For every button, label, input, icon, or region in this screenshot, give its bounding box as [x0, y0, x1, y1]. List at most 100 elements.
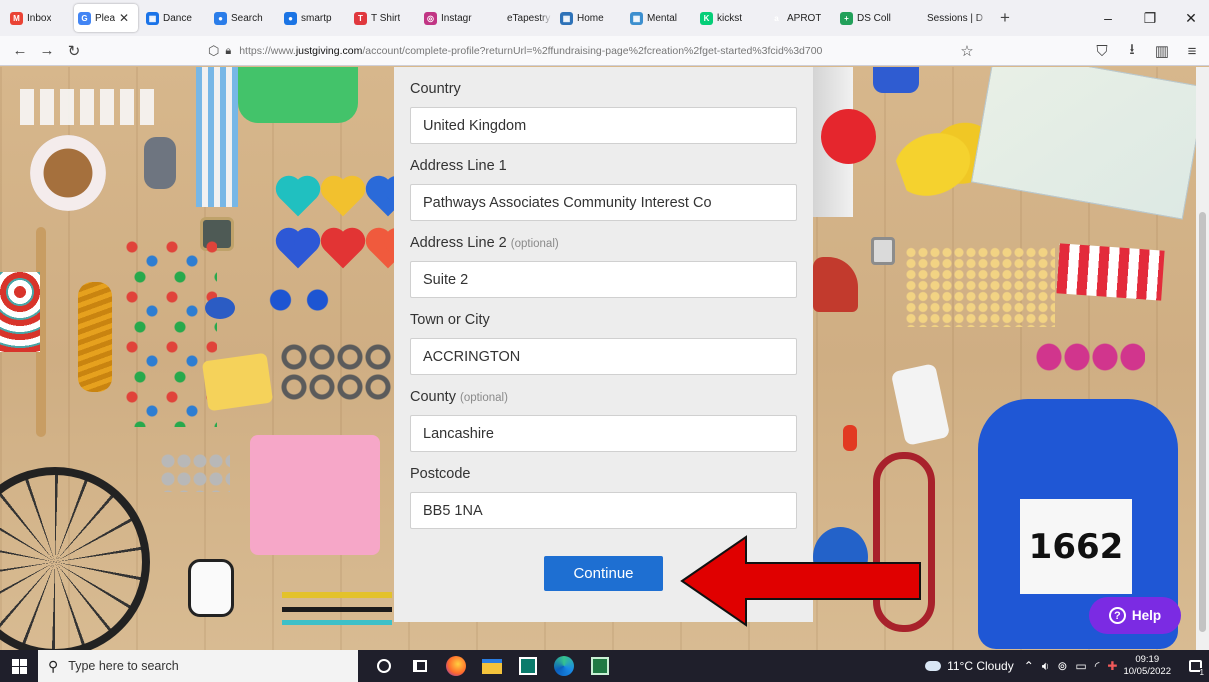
address-line-1-label-text: Address Line 1	[410, 158, 507, 174]
browser-tab-tshirt-site[interactable]: T T Shirt	[350, 4, 416, 32]
sessions-site-icon	[910, 11, 923, 25]
browser-tab-mental-site[interactable]: ▦ Mental	[626, 4, 692, 32]
windows-logo-icon	[11, 658, 27, 674]
clock-time: 09:19	[1135, 654, 1160, 665]
browser-tab-calendar[interactable]: ▦ Dance	[142, 4, 206, 32]
reload-button[interactable]: ↻	[63, 40, 85, 62]
weather-icon[interactable]	[925, 661, 942, 671]
battery-icon[interactable]: ▭	[1075, 659, 1086, 673]
clock[interactable]: 09:19 10/05/2022	[1123, 654, 1171, 678]
browser-tab-search-site[interactable]: ● Search	[210, 4, 276, 32]
edge-icon[interactable]	[546, 650, 582, 682]
heart-bowl-blue-2	[279, 231, 317, 269]
meet-now-icon[interactable]: ⊚	[1057, 659, 1067, 673]
tab-close-icon[interactable]: ✕	[119, 11, 129, 25]
trainer-shoe	[813, 257, 858, 312]
scrollbar-thumb[interactable]	[1199, 212, 1206, 632]
browser-tab-google[interactable]: G Plea ✕	[74, 4, 138, 32]
postcode-input[interactable]: BB5 1NA	[410, 492, 797, 529]
address-bar[interactable]: ⬡ 🔒︎ https://www. justgiving.com/account/…	[208, 40, 984, 62]
optional-hint: (optional)	[510, 238, 559, 250]
washers	[280, 342, 392, 402]
url-path: /account/complete-profile?returnUrl=%2ff…	[362, 45, 823, 57]
lock-icon[interactable]: 🔒︎	[225, 45, 231, 58]
home-site-icon: ▦	[560, 11, 573, 25]
browser-tab-etapestry[interactable]: eTapestry -	[486, 4, 552, 32]
notification-count: 1	[1199, 668, 1204, 677]
windows-start-button[interactable]	[0, 650, 38, 682]
county-input[interactable]: Lancashire	[410, 415, 797, 452]
page-scrollbar[interactable]	[1196, 67, 1209, 650]
country-input[interactable]: United Kingdom	[410, 107, 797, 144]
browser-tab-instagram[interactable]: ◎ Instagr	[420, 4, 482, 32]
white-sock	[890, 363, 951, 446]
browser-tab-home-site[interactable]: ▦ Home	[556, 4, 622, 32]
pencil-yellow	[282, 592, 392, 598]
app-tray-icon[interactable]: ✚	[1107, 659, 1117, 673]
sidebar-icon[interactable]: ▥	[1151, 40, 1173, 62]
country-label: Country	[410, 80, 797, 98]
wifi-icon[interactable]: ◜	[1095, 659, 1100, 673]
red-annotation-arrow-icon	[680, 535, 921, 627]
tab-label: smartp	[301, 12, 332, 24]
tab-label: DS Coll	[857, 12, 891, 24]
chevron-up-icon[interactable]: ⌃	[1024, 659, 1034, 673]
help-label: Help	[1131, 608, 1162, 623]
hair-rollers	[1035, 342, 1145, 372]
weather-text[interactable]: 11°C Cloudy	[947, 659, 1014, 673]
browser-tab-kickstarter[interactable]: Kkickst	[696, 4, 762, 32]
new-tab-button[interactable]: +	[994, 8, 1016, 28]
tab-label: Inbox	[27, 12, 52, 24]
file-explorer-icon[interactable]	[474, 650, 510, 682]
browser-tab-amazon[interactable]: a APROT	[766, 4, 832, 32]
pocket-icon[interactable]: ⛉	[1091, 40, 1113, 62]
instagram-icon: ◎	[424, 11, 437, 25]
windows-taskbar: ⚲ Type here to search 11°C Cloudy ⌃ 🔉︎ ⊚…	[0, 650, 1209, 682]
browser-tab-strip: M Inbox G Plea ✕ ▦ Dance ● Search ● smartp T T Shirt…	[0, 0, 1209, 36]
address-line-2-label-text: Address Line 2	[410, 235, 507, 251]
pink-shorts	[250, 435, 380, 555]
town-or-city-label: Town or City	[410, 311, 797, 329]
calendar-icon: ▦	[146, 11, 159, 25]
web-page: 1662 Country United Kingdom Address Line 1…	[0, 67, 1209, 650]
notifications-button[interactable]: 1	[1181, 650, 1209, 682]
browser-tab-smartphone-site[interactable]: ● smartp	[280, 4, 346, 32]
tracking-shield-icon[interactable]: ⬡	[208, 43, 219, 59]
forward-button[interactable]: →	[36, 40, 58, 62]
browser-tab-sessions-site[interactable]: Sessions | D	[906, 4, 988, 32]
county-label-text: County	[410, 389, 456, 405]
town-or-city-input[interactable]: ACCRINGTON	[410, 338, 797, 375]
address-line-1-label: Address Line 1	[410, 157, 797, 175]
volume-icon[interactable]: 🔉︎	[1042, 659, 1050, 674]
race-number: 1662	[1028, 526, 1124, 567]
url-host: justgiving.com	[295, 45, 363, 57]
download-icon[interactable]: ⭳	[1121, 40, 1143, 62]
taskbar-search[interactable]: ⚲ Type here to search	[38, 650, 358, 682]
help-button[interactable]: ? Help	[1089, 597, 1181, 634]
publisher-icon[interactable]	[510, 650, 546, 682]
restore-button[interactable]: ❐	[1133, 0, 1167, 36]
task-view-icon[interactable]	[402, 650, 438, 682]
address-line-1-input[interactable]: Pathways Associates Community Interest C…	[410, 184, 797, 221]
menu-icon[interactable]: ≡	[1181, 40, 1203, 62]
system-tray: 11°C Cloudy ⌃ 🔉︎ ⊚ ▭ ◜ ✚ 09:19 10/05/202…	[925, 650, 1209, 682]
postcode-label-text: Postcode	[410, 466, 471, 482]
window-close-button[interactable]: ✕	[1174, 0, 1208, 36]
cortana-icon[interactable]	[366, 650, 402, 682]
minimize-button[interactable]: –	[1091, 0, 1125, 36]
browser-toolbar: ← → ↻ ⬡ 🔒︎ https://www. justgiving.com/ac…	[0, 36, 1209, 66]
excel-icon[interactable]	[582, 650, 618, 682]
bookmark-star-icon[interactable]: ☆	[956, 40, 978, 62]
tab-label: Instagr	[441, 12, 472, 24]
address-line-2-input[interactable]: Suite 2	[410, 261, 797, 298]
medal-ribbon	[196, 67, 238, 207]
browser-tab-ds-site[interactable]: + DS Coll	[836, 4, 902, 32]
back-button[interactable]: ←	[9, 40, 31, 62]
tab-label: Home	[577, 12, 604, 24]
browser-tab-gmail[interactable]: M Inbox	[6, 4, 70, 32]
firefox-icon[interactable]	[438, 650, 474, 682]
patterned-mug	[0, 272, 40, 352]
continue-button[interactable]: Continue	[544, 556, 663, 591]
heart-bowl-red	[324, 231, 362, 269]
heart-bowl-teal	[279, 179, 317, 217]
